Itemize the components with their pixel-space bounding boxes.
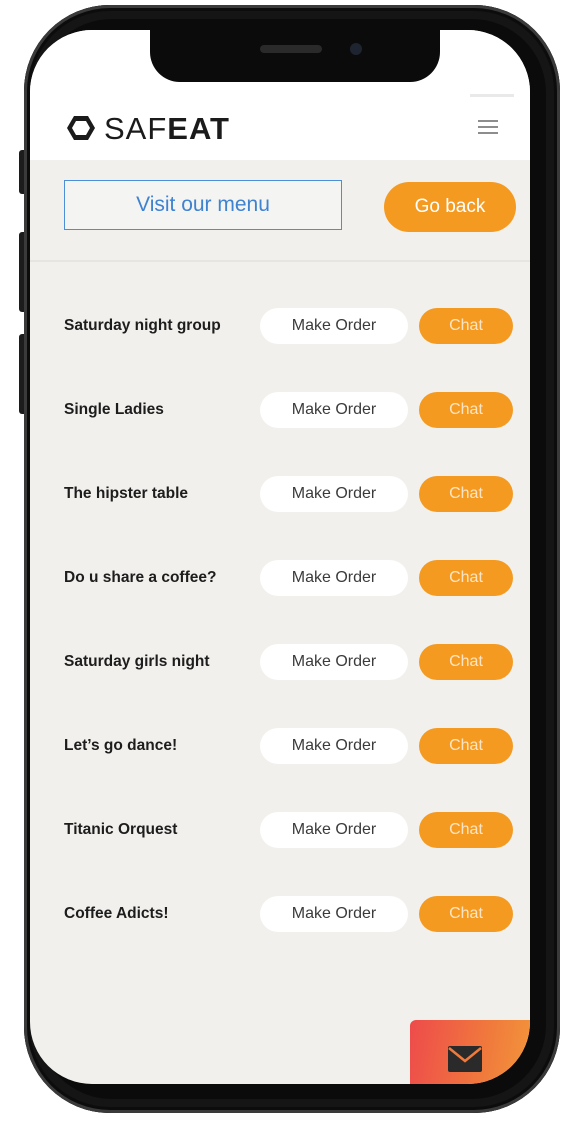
chat-button[interactable]: Chat [419,476,513,512]
phone-notch [150,30,440,82]
list-item: Titanic Orquest Make Order Chat [30,808,530,852]
safeat-logo[interactable]: SAFEAT [66,108,230,148]
header-decoration [470,94,514,97]
list-item: Do u share a coffee? Make Order Chat [30,556,530,600]
visit-menu-button[interactable]: Visit our menu [64,180,342,230]
chat-button[interactable]: Chat [419,728,513,764]
list-item: Saturday girls night Make Order Chat [30,640,530,684]
go-back-button[interactable]: Go back [384,182,516,232]
make-order-button[interactable]: Make Order [260,560,408,596]
make-order-button[interactable]: Make Order [260,392,408,428]
group-name: Do u share a coffee? [64,569,217,586]
contact-mail-button[interactable] [410,1020,530,1084]
group-name: Single Ladies [64,401,164,418]
front-camera [350,43,362,55]
group-name: Coffee Adicts! [64,905,169,922]
chat-button[interactable]: Chat [419,560,513,596]
logo-text-bold: EAT [167,110,230,146]
list-item: Coffee Adicts! Make Order Chat [30,892,530,936]
make-order-button[interactable]: Make Order [260,644,408,680]
group-name: The hipster table [64,485,189,502]
chat-button[interactable]: Chat [419,812,513,848]
list-item: Single Ladies Make Order Chat [30,388,530,432]
action-bar: Visit our menu Go back [30,160,530,262]
chat-button[interactable]: Chat [419,896,513,932]
make-order-button[interactable]: Make Order [260,476,408,512]
group-name: Saturday girls night [64,653,210,670]
speaker-grille [260,45,322,53]
group-name: Saturday night group [64,317,221,334]
logo-mark-icon [67,116,95,140]
app-screen: SAFEAT Visit our menu Go back Saturday n… [30,30,530,1084]
logo-text-light: SAF [104,110,168,146]
make-order-button[interactable]: Make Order [260,308,408,344]
mail-icon [448,1046,482,1072]
chat-button[interactable]: Chat [419,644,513,680]
hamburger-icon[interactable] [478,120,498,136]
list-item: Saturday night group Make Order Chat [30,304,530,348]
logo-text: SAFEAT [104,113,230,144]
make-order-button[interactable]: Make Order [260,812,408,848]
list-item: The hipster table Make Order Chat [30,472,530,516]
list-item: Let’s go dance! Make Order Chat [30,724,530,768]
chat-button[interactable]: Chat [419,392,513,428]
make-order-button[interactable]: Make Order [260,896,408,932]
group-name: Let’s go dance! [64,737,178,754]
make-order-button[interactable]: Make Order [260,728,408,764]
group-name: Titanic Orquest [64,821,178,838]
chat-button[interactable]: Chat [419,308,513,344]
